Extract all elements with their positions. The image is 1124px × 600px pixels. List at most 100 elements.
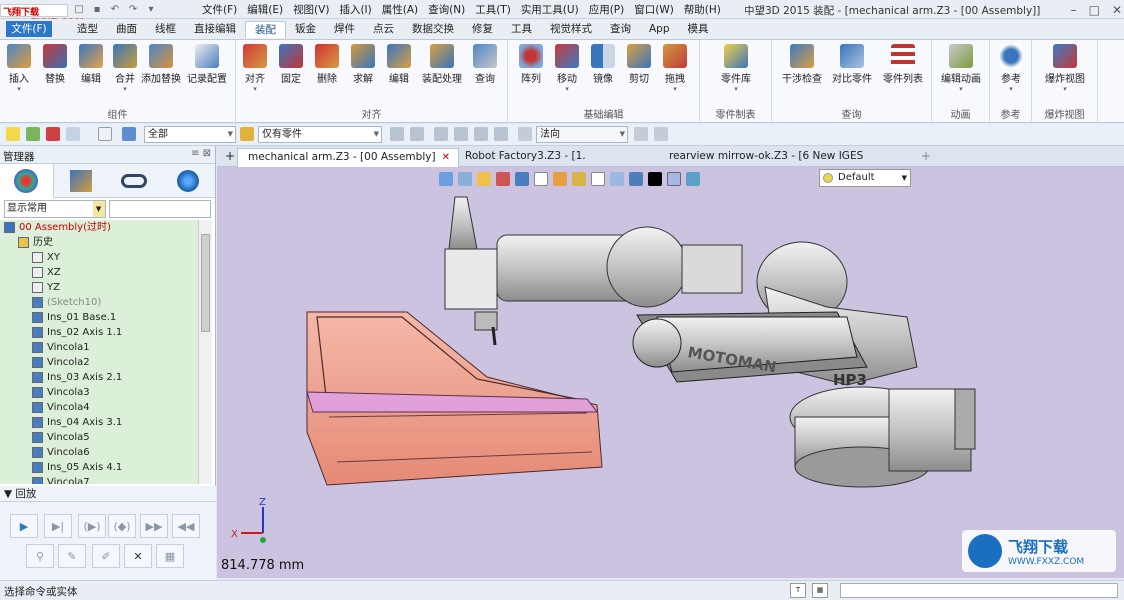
remove-filter-icon[interactable] — [46, 127, 60, 141]
new-doc-icon[interactable]: + — [225, 149, 235, 163]
solve-button[interactable]: 求解 — [346, 44, 380, 85]
tab-sheet-metal[interactable]: 钣金 — [286, 21, 325, 38]
minimize-button[interactable]: – — [1071, 3, 1077, 17]
tab-data-exchange[interactable]: 数据交换 — [403, 21, 463, 38]
tab-modeling[interactable]: 造型 — [68, 21, 107, 38]
link-tool-button[interactable]: ⚲ — [26, 544, 54, 568]
query-constraint-button[interactable]: 查询 — [468, 44, 502, 85]
command-input[interactable] — [840, 583, 1118, 598]
save-step-button[interactable]: ▦ — [156, 544, 184, 568]
filter-chart-icon[interactable] — [122, 127, 136, 141]
parts-only-combo[interactable]: 仅有零件 ▼ — [258, 126, 382, 143]
move-button[interactable]: 移动 ▾ — [550, 44, 584, 93]
file-tab[interactable]: 文件(F) — [6, 21, 52, 37]
record-config-button[interactable]: 记录配置 — [184, 44, 230, 85]
step-end-button[interactable]: ▶| — [44, 514, 72, 538]
collapse-arrow-icon[interactable]: ▼ — [4, 488, 15, 500]
tab-direct-edit[interactable]: 直接编辑 — [185, 21, 245, 38]
cursor-icon[interactable] — [634, 127, 648, 141]
redo-icon[interactable]: ↷ — [126, 3, 140, 17]
status-toggle-icon[interactable]: T — [790, 583, 806, 598]
edit-component-button[interactable]: 编辑 — [74, 44, 108, 85]
tree-item[interactable]: Vincola2 — [0, 355, 198, 370]
tree-item[interactable]: XY — [0, 250, 198, 265]
tab-display-manager[interactable] — [161, 164, 215, 198]
tab-history-manager[interactable] — [0, 164, 54, 198]
menu-utilities[interactable]: 实用工具(U) — [521, 2, 579, 17]
new-file-icon[interactable]: □ — [72, 3, 86, 17]
rewind-button[interactable]: ◀◀ — [172, 514, 200, 538]
play-button[interactable]: ▶ — [10, 514, 38, 538]
close-button[interactable]: ✕ — [1112, 3, 1122, 17]
drag-button[interactable]: 拖拽 ▾ — [658, 44, 692, 93]
add-replace-button[interactable]: 添加替换 — [140, 44, 182, 85]
save-icon[interactable]: ▪ — [90, 3, 104, 17]
tree-item[interactable]: Vincola3 — [0, 385, 198, 400]
compare-parts-button[interactable]: 对比零件 — [830, 44, 874, 85]
pattern-button[interactable]: 阵列 — [514, 44, 548, 85]
pick-icon[interactable] — [654, 127, 668, 141]
tree-item[interactable]: YZ — [0, 280, 198, 295]
menu-window[interactable]: 窗口(W) — [634, 2, 674, 17]
assembly-process-button[interactable]: 装配处理 — [420, 44, 464, 85]
filter-combo[interactable]: 全部 ▼ — [144, 126, 236, 143]
tree-item[interactable]: Ins_02 Axis 1.1 — [0, 325, 198, 340]
3d-viewport[interactable]: Default ▼ HP3 MOTOMAN Z X 814.778 mm 飞翔下… — [217, 167, 1124, 578]
display-filter-select[interactable]: 显示常用 ▼ — [4, 200, 106, 218]
direction-icon[interactable] — [518, 127, 532, 141]
merge-button[interactable]: 合并 ▾ — [108, 44, 142, 93]
menu-file[interactable]: 文件(F) — [202, 2, 237, 17]
menu-edit[interactable]: 编辑(E) — [247, 2, 283, 17]
select-mode-icon[interactable] — [66, 127, 80, 141]
panel-controls[interactable]: ≡ ⊠ — [191, 148, 211, 159]
tab-surface[interactable]: 曲面 — [107, 21, 146, 38]
snap-icon[interactable] — [390, 127, 404, 141]
tree-item[interactable]: Vincola6 — [0, 445, 198, 460]
parts-list-button[interactable]: 零件列表 — [880, 44, 926, 85]
normal-direction-combo[interactable]: 法向 ▼ — [536, 126, 628, 143]
edit-step-button[interactable]: ✐ — [92, 544, 120, 568]
edit-animation-button[interactable]: 编辑动画 ▾ — [938, 44, 984, 93]
replace-component-button[interactable]: 替换 — [38, 44, 72, 85]
robot-wrist-tool[interactable] — [444, 196, 498, 346]
tree-filter-input[interactable] — [108, 200, 211, 218]
snap-grid-icon[interactable] — [410, 127, 424, 141]
snap-edge-icon[interactable] — [494, 127, 508, 141]
tab-assembly-manager[interactable] — [54, 164, 108, 198]
insert-component-button[interactable]: 插入 ▾ — [2, 44, 36, 93]
tree-item[interactable]: Vincola7 — [0, 475, 198, 484]
edit-constraint-button[interactable]: 编辑 — [382, 44, 416, 85]
doc-tab-robot-factory[interactable]: Robot Factory3.Z3 - [1. Factory]✕ — [455, 148, 645, 179]
part-library-button[interactable]: 零件库 ▾ — [714, 44, 758, 93]
tree-item[interactable]: Vincola4 — [0, 400, 198, 415]
tree-item[interactable]: Ins_04 Axis 3.1 — [0, 415, 198, 430]
robot-forearm[interactable] — [496, 226, 743, 308]
snap-line-icon[interactable] — [454, 127, 468, 141]
car-door-part[interactable] — [306, 311, 603, 486]
step-button[interactable]: (▶) — [78, 514, 106, 538]
tab-inquire[interactable]: 查询 — [601, 21, 640, 38]
delete-step-button[interactable]: ✕ — [124, 544, 152, 568]
doc-tab-rearview-mirror[interactable]: rearview mirrow-ok.Z3 - [6 New IGES Desi… — [659, 148, 919, 179]
tree-item[interactable]: Ins_01 Base.1 — [0, 310, 198, 325]
menu-attribute[interactable]: 属性(A) — [382, 2, 418, 17]
add-filter-icon[interactable] — [26, 127, 40, 141]
reference-button[interactable]: 参考 ▾ — [994, 44, 1028, 93]
snap-point-icon[interactable] — [434, 127, 448, 141]
add-tab-icon[interactable]: + — [921, 149, 931, 163]
delete-constraint-button[interactable]: 删除 — [310, 44, 344, 85]
tree-item[interactable]: 00 Assembly(过时) — [0, 220, 198, 235]
pen-tool-button[interactable]: ✎ — [58, 544, 86, 568]
align-button[interactable]: 对齐 ▾ — [238, 44, 272, 93]
tab-mold[interactable]: 模具 — [679, 21, 718, 38]
menu-tools[interactable]: 工具(T) — [475, 2, 511, 17]
cut-button[interactable]: 剪切 — [622, 44, 656, 85]
interference-check-button[interactable]: 干涉检查 — [780, 44, 824, 85]
close-tab-icon[interactable]: ✕ — [442, 152, 450, 163]
menu-inquire[interactable]: 查询(N) — [428, 2, 465, 17]
quickbar-dropdown-icon[interactable]: ▾ — [144, 3, 158, 17]
parts-filter-icon[interactable] — [240, 127, 254, 141]
model-scene[interactable]: HP3 MOTOMAN — [217, 167, 1124, 578]
explode-view-button[interactable]: 爆炸视图 ▾ — [1042, 44, 1088, 93]
tree-item[interactable]: Vincola1 — [0, 340, 198, 355]
